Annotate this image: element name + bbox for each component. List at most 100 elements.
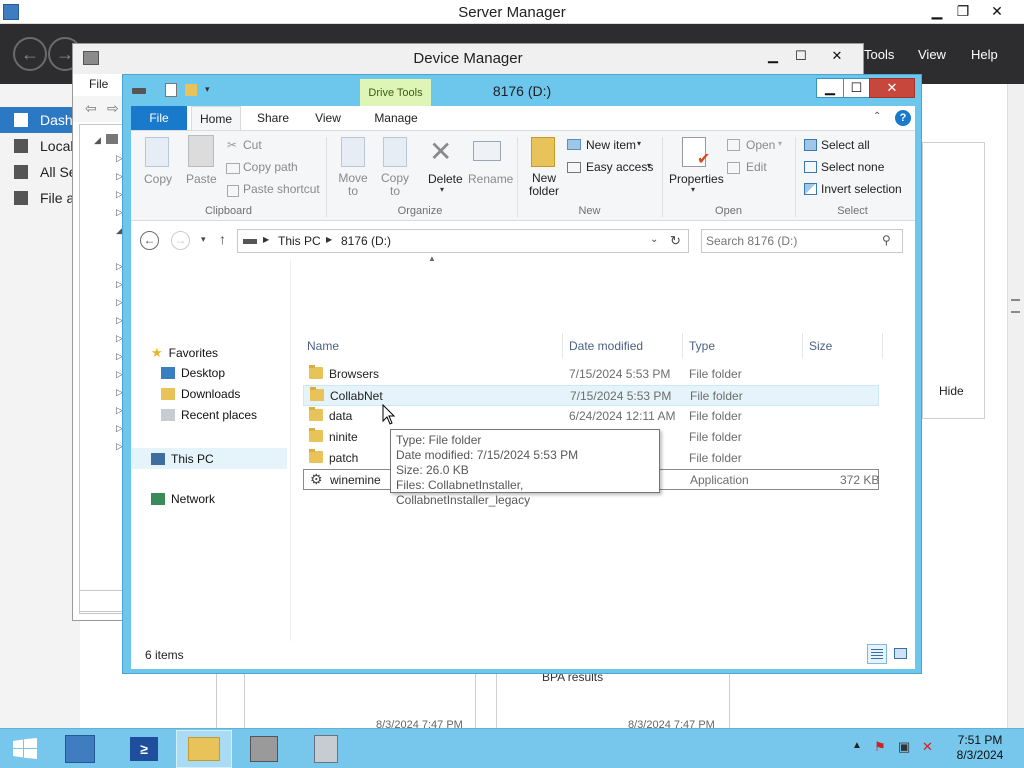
- details-view-icon[interactable]: [867, 644, 887, 664]
- tools-menu[interactable]: Tools: [864, 47, 894, 62]
- start-button[interactable]: [0, 730, 50, 768]
- sidebar-item-dashboard[interactable]: Dash: [0, 107, 80, 133]
- new-folder-button[interactable]: New folder: [526, 172, 562, 198]
- volume-muted-icon[interactable]: ✕: [922, 739, 933, 755]
- address-dropdown-icon[interactable]: ⌄: [650, 234, 658, 245]
- close-button[interactable]: ✕: [815, 46, 859, 66]
- taskbar-setup[interactable]: [298, 730, 354, 768]
- restore-button[interactable]: ❐: [946, 0, 980, 22]
- move-to-button[interactable]: Move to: [338, 172, 368, 198]
- nav-favorites[interactable]: ★ Favorites: [151, 345, 218, 361]
- nav-this-pc[interactable]: This PC: [131, 448, 287, 469]
- setup-icon: [314, 735, 338, 763]
- nav-label: Recent places: [181, 408, 258, 422]
- expand-arrow-icon[interactable]: ◢: [94, 135, 101, 146]
- open-dropdown-icon[interactable]: ▾: [778, 139, 782, 148]
- server-manager-titlebar: Server Manager ▁ ❐ ✕: [0, 0, 1024, 24]
- minimize-button[interactable]: ▁: [816, 78, 844, 98]
- forward-arrow-icon[interactable]: ⇨: [107, 100, 119, 117]
- action-center-icon[interactable]: ⚑: [874, 739, 886, 755]
- nav-downloads[interactable]: Downloads: [161, 387, 240, 401]
- cut-button[interactable]: Cut: [243, 138, 262, 152]
- show-hidden-icons-icon[interactable]: ▲: [852, 740, 862, 751]
- search-input[interactable]: [706, 233, 876, 249]
- help-menu[interactable]: Help: [971, 47, 998, 62]
- column-header-size[interactable]: Size: [803, 333, 883, 359]
- column-header-name[interactable]: Name: [301, 333, 563, 359]
- file-row[interactable]: CollabNet 7/15/2024 5:53 PM File folder: [303, 385, 879, 406]
- clock[interactable]: 7:51 PM 8/3/2024: [950, 733, 1010, 763]
- forward-button[interactable]: →: [171, 231, 190, 250]
- select-all-button[interactable]: Select all: [821, 138, 870, 152]
- breadcrumb-this-pc[interactable]: This PC: [278, 234, 321, 248]
- search-box[interactable]: ⚲: [701, 229, 903, 253]
- collapse-ribbon-icon[interactable]: ⌃: [873, 111, 881, 122]
- properties-dropdown-icon[interactable]: ▾: [691, 185, 695, 194]
- file-menu[interactable]: File: [89, 77, 108, 91]
- copy-to-button[interactable]: Copy to: [380, 172, 410, 198]
- view-menu[interactable]: View: [918, 47, 946, 62]
- invert-selection-button[interactable]: Invert selection: [821, 182, 902, 196]
- drive-icon: [243, 239, 257, 244]
- select-none-button[interactable]: Select none: [821, 160, 884, 174]
- search-icon[interactable]: ⚲: [882, 233, 891, 247]
- properties-button[interactable]: Properties: [669, 172, 724, 186]
- open-button[interactable]: Open: [746, 138, 775, 152]
- new-item-button[interactable]: New item: [586, 138, 636, 152]
- folder-icon: [309, 365, 323, 379]
- sidebar-item-file-storage[interactable]: File a: [0, 185, 80, 211]
- back-button[interactable]: ←: [140, 231, 159, 250]
- file-row[interactable]: Browsers 7/15/2024 5:53 PM File folder: [303, 364, 879, 385]
- nav-label: Desktop: [181, 366, 226, 380]
- column-header-date[interactable]: Date modified: [563, 333, 683, 359]
- minimize-button[interactable]: ▁: [759, 46, 787, 66]
- address-box[interactable]: ▶ This PC ▶ 8176 (D:) ⌄ ↻: [237, 229, 689, 253]
- file-name: CollabNet: [330, 389, 383, 403]
- nav-network[interactable]: Network: [151, 492, 215, 506]
- tab-view[interactable]: View: [303, 106, 353, 130]
- taskbar-server-manager[interactable]: [52, 730, 108, 768]
- maximize-button[interactable]: ☐: [787, 46, 815, 66]
- close-button[interactable]: ✕: [869, 78, 915, 98]
- maximize-button[interactable]: ☐: [843, 78, 870, 98]
- hide-label[interactable]: Hide: [939, 384, 964, 398]
- column-header-type[interactable]: Type: [683, 333, 803, 359]
- tab-share[interactable]: Share: [248, 106, 298, 130]
- easy-access-dropdown-icon[interactable]: ▾: [647, 161, 651, 170]
- breadcrumb-drive[interactable]: 8176 (D:): [341, 234, 391, 248]
- close-button[interactable]: ✕: [980, 0, 1014, 22]
- paste-button[interactable]: Paste: [186, 172, 217, 186]
- nav-recent-places[interactable]: Recent places: [161, 408, 257, 422]
- copy-path-button[interactable]: Copy path: [243, 160, 298, 174]
- paste-shortcut-button[interactable]: Paste shortcut: [243, 182, 320, 196]
- network-tray-icon[interactable]: ▣: [898, 739, 910, 755]
- sidebar-item-all-servers[interactable]: All Se: [0, 159, 80, 185]
- taskbar-powershell[interactable]: ≥: [116, 730, 172, 768]
- help-icon[interactable]: ?: [895, 110, 911, 126]
- recent-locations-icon[interactable]: ▾: [201, 234, 206, 245]
- tab-home[interactable]: Home: [191, 106, 241, 130]
- large-icons-view-icon[interactable]: [891, 644, 911, 664]
- server-manager-scrollbar[interactable]: [1007, 84, 1024, 728]
- open-icon: [727, 139, 740, 151]
- up-arrow-icon[interactable]: ↑: [219, 231, 226, 247]
- new-item-dropdown-icon[interactable]: ▾: [637, 139, 641, 148]
- taskbar-device-manager[interactable]: [236, 730, 292, 768]
- sidebar-item-local-server[interactable]: Local: [0, 133, 80, 159]
- rename-button[interactable]: Rename: [468, 172, 513, 186]
- copy-button[interactable]: Copy: [144, 172, 172, 186]
- refresh-icon[interactable]: ↻: [670, 233, 681, 249]
- tab-file[interactable]: File: [131, 106, 187, 130]
- back-arrow-icon[interactable]: ⇦: [85, 100, 97, 117]
- tab-manage[interactable]: Manage: [361, 106, 431, 130]
- nav-desktop[interactable]: Desktop: [161, 366, 225, 380]
- back-arrow-icon[interactable]: ←: [13, 37, 47, 71]
- powershell-icon: ≥: [130, 737, 158, 761]
- tooltip-line: Size: 26.0 KB: [396, 463, 469, 477]
- delete-button[interactable]: Delete: [428, 172, 463, 186]
- delete-dropdown-icon[interactable]: ▾: [440, 185, 444, 194]
- taskbar-file-explorer[interactable]: [176, 730, 232, 768]
- edit-button[interactable]: Edit: [746, 160, 767, 174]
- address-bar-row: ← → ▾ ↑ ▶ This PC ▶ 8176 (D:) ⌄ ↻ ⚲: [131, 221, 915, 259]
- easy-access-button[interactable]: Easy access: [586, 160, 653, 174]
